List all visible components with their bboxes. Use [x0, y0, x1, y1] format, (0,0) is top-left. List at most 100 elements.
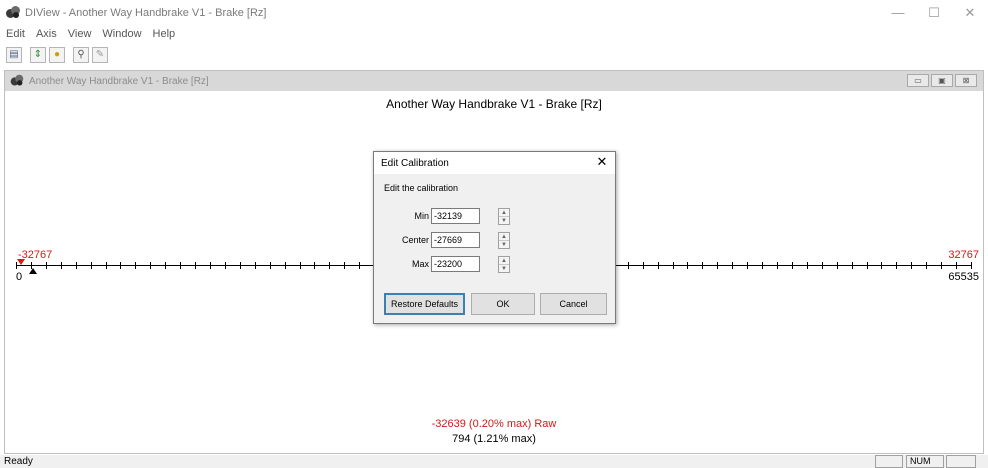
edit-calibration-dialog: Edit Calibration ✕ Edit the calibration …: [373, 151, 616, 324]
ok-button[interactable]: OK: [471, 293, 535, 315]
minimize-button[interactable]: —: [880, 0, 916, 25]
toolbar: ▤ ⇕ ● ⚲ ✎: [0, 44, 988, 66]
min-label: Min: [414, 211, 429, 221]
axis-tick: [732, 262, 734, 269]
maximize-button[interactable]: ☐: [916, 0, 952, 25]
menu-window[interactable]: Window: [102, 28, 141, 40]
spin-down-icon[interactable]: ▼: [499, 217, 509, 225]
child-window-title: Another Way Handbrake V1 - Brake [Rz]: [29, 75, 209, 87]
spin-up-icon[interactable]: ▲: [499, 257, 509, 265]
app-icon: [10, 74, 24, 88]
child-title-bar: Another Way Handbrake V1 - Brake [Rz] ▭ …: [5, 71, 983, 91]
dialog-title-bar: Edit Calibration ✕: [374, 152, 615, 174]
center-input[interactable]: -27669: [431, 232, 480, 248]
value-readout: 794 (1.21% max): [452, 433, 536, 445]
axis-tick: [881, 262, 883, 269]
updown-icon[interactable]: ⇕: [30, 47, 46, 63]
plot-title: Another Way Handbrake V1 - Brake [Rz]: [386, 97, 602, 111]
status-text: Ready: [4, 456, 33, 467]
max-field-row: Max -23200 ▲ ▼: [374, 256, 615, 274]
status-bar: Ready NUM: [0, 455, 988, 468]
axis-tick: [851, 262, 853, 269]
status-pane-empty: [875, 455, 903, 468]
menu-bar: Edit Axis View Window Help: [0, 25, 186, 42]
axis-tick: [329, 262, 331, 269]
restore-defaults-button[interactable]: Restore Defaults: [384, 293, 465, 315]
axis-tick: [180, 262, 182, 269]
min-field-row: Min -32139 ▲ ▼: [374, 208, 615, 226]
status-pane-empty: [946, 455, 976, 468]
axis-tick: [105, 262, 107, 269]
axis-tick: [687, 262, 689, 269]
axis-tick: [344, 262, 346, 269]
axis-min-raw-label: 0: [16, 271, 23, 283]
axis-tick: [224, 262, 226, 269]
axis-tick: [150, 262, 152, 269]
child-window-controls: ▭ ▣ ⊠: [905, 74, 977, 87]
axis-tick: [717, 262, 719, 269]
axis-max-raw-label: 65535: [948, 271, 979, 283]
axis-tick: [239, 262, 241, 269]
save-icon[interactable]: ▤: [6, 47, 22, 63]
axis-tick: [836, 262, 838, 269]
axis-tick: [60, 262, 62, 269]
close-icon[interactable]: ✕: [595, 155, 609, 169]
child-close-button[interactable]: ⊠: [955, 74, 977, 87]
axis-tick: [90, 262, 92, 269]
cancel-button[interactable]: Cancel: [540, 293, 607, 315]
axis-tick: [956, 262, 958, 269]
axis-tick: [806, 262, 808, 269]
menu-axis[interactable]: Axis: [36, 28, 57, 40]
center-label: Center: [401, 235, 429, 245]
dialog-title: Edit Calibration: [381, 157, 449, 169]
axis-tick: [284, 262, 286, 269]
axis-tick: [120, 262, 122, 269]
axis-min-calibrated-label: -32767: [18, 249, 53, 261]
search-icon[interactable]: ⚲: [73, 47, 89, 63]
edit-icon[interactable]: ✎: [92, 47, 108, 63]
axis-tick: [657, 262, 659, 269]
menu-view[interactable]: View: [68, 28, 92, 40]
spin-down-icon[interactable]: ▼: [499, 241, 509, 249]
spin-up-icon[interactable]: ▲: [499, 209, 509, 217]
axis-tick: [747, 262, 749, 269]
app-icon: [6, 5, 20, 20]
axis-tick: [911, 262, 913, 269]
menu-edit[interactable]: Edit: [6, 28, 25, 40]
center-field-row: Center -27669 ▲ ▼: [374, 232, 615, 250]
axis-tick: [359, 262, 361, 269]
axis-tick: [821, 262, 823, 269]
axis-tick: [702, 262, 704, 269]
max-spinner[interactable]: ▲ ▼: [498, 256, 510, 273]
menu-help[interactable]: Help: [153, 28, 176, 40]
max-input[interactable]: -23200: [431, 256, 480, 272]
close-button[interactable]: ✕: [952, 0, 988, 25]
window-controls: — ☐ ✕: [880, 0, 988, 25]
axis-tick: [135, 262, 137, 269]
num-lock-indicator: NUM: [906, 455, 944, 468]
axis-tick: [627, 262, 629, 269]
axis-tick: [195, 262, 197, 269]
dialog-body: Edit the calibration Min -32139 ▲ ▼ Cent…: [374, 174, 615, 323]
center-spinner[interactable]: ▲ ▼: [498, 232, 510, 249]
raw-readout: -32639 (0.20% max) Raw: [431, 418, 557, 430]
spin-down-icon[interactable]: ▼: [499, 265, 509, 273]
axis-tick: [45, 262, 47, 269]
position-marker: [29, 268, 37, 274]
window-title: DIView - Another Way Handbrake V1 - Brak…: [25, 6, 267, 19]
axis-max-calibrated-label: 32767: [948, 249, 979, 261]
axis-tick: [866, 262, 868, 269]
title-bar: DIView - Another Way Handbrake V1 - Brak…: [0, 0, 988, 25]
axis-tick: [762, 262, 764, 269]
min-spinner[interactable]: ▲ ▼: [498, 208, 510, 225]
axis-tick: [269, 262, 271, 269]
max-label: Max: [411, 259, 429, 269]
dialog-caption: Edit the calibration: [384, 183, 459, 193]
axis-tick: [971, 262, 972, 269]
spin-up-icon[interactable]: ▲: [499, 233, 509, 241]
axis-tick: [254, 262, 256, 269]
min-input[interactable]: -32139: [431, 208, 480, 224]
child-restore-button[interactable]: ▣: [931, 74, 953, 87]
joystick-icon[interactable]: ●: [49, 47, 65, 63]
child-minimize-button[interactable]: ▭: [907, 74, 929, 87]
